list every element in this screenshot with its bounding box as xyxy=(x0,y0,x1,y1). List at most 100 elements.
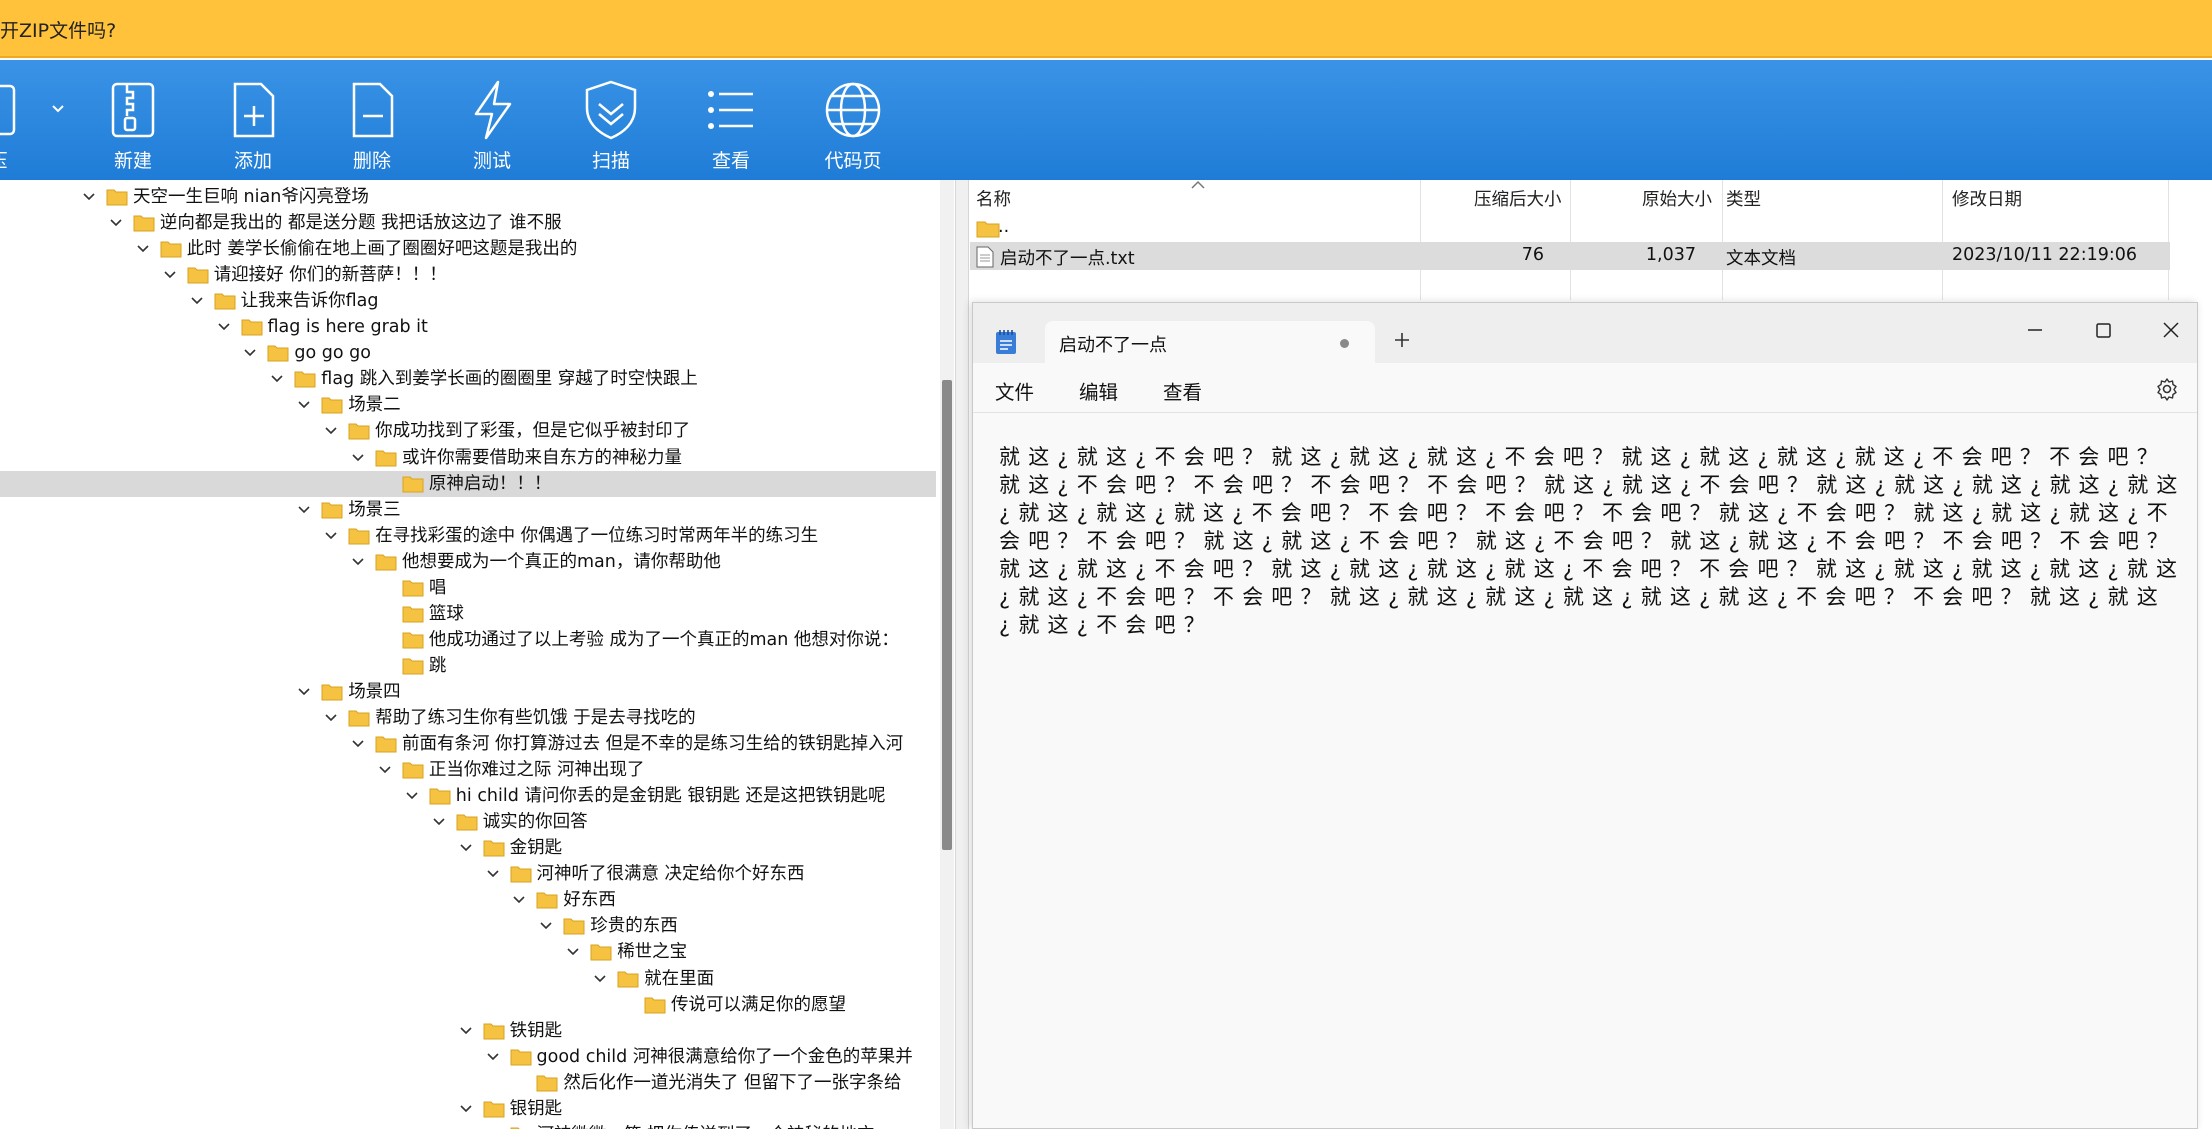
tree-item[interactable]: 就在里面 xyxy=(0,966,936,992)
tree-item[interactable]: 场景二 xyxy=(0,392,936,418)
new-archive-button[interactable]: 新建 xyxy=(101,60,165,180)
tree-item[interactable]: 银钥匙 xyxy=(0,1096,936,1122)
minimize-icon[interactable] xyxy=(2015,315,2055,345)
tree-item[interactable]: 他成功通过了以上考验 成为了一个真正的man 他想对你说： xyxy=(0,627,936,653)
chevron-down-icon[interactable] xyxy=(484,1122,502,1129)
chevron-down-icon[interactable] xyxy=(322,523,340,549)
tree-item[interactable]: 传说可以满足你的愿望 xyxy=(0,992,936,1018)
tree-item[interactable]: 原神启动！！！ xyxy=(0,470,936,497)
chevron-down-icon[interactable] xyxy=(322,418,340,444)
chevron-down-icon[interactable] xyxy=(295,392,313,418)
chevron-down-icon[interactable] xyxy=(537,913,555,939)
chevron-down-icon[interactable] xyxy=(484,861,502,887)
tree-item[interactable]: 场景四 xyxy=(0,679,936,705)
add-file-icon xyxy=(233,82,275,138)
tree-item[interactable]: flag is here grab it xyxy=(0,314,936,340)
chevron-down-icon[interactable] xyxy=(80,184,98,210)
chevron-down-icon[interactable] xyxy=(161,262,179,288)
tree-item[interactable]: 此时 姜学长偷偷在地上画了圈圈好吧这题是我出的 xyxy=(0,236,936,262)
folder-tree[interactable]: 天空一生巨响 nian爷闪亮登场 逆向都是我出的 都是送分题 我把话放这边了 谁不… xyxy=(0,180,936,1129)
chevron-down-icon[interactable] xyxy=(376,757,394,783)
notepad-text-area[interactable]: 就这¿就这¿不会吧？就这¿就这¿就这¿不会吧？就这¿就这¿就这¿就这¿不会吧？不… xyxy=(999,443,2189,1043)
chevron-down-icon[interactable] xyxy=(134,236,152,262)
tree-item[interactable]: 珍贵的东西 xyxy=(0,913,936,939)
column-original-size[interactable]: 原始大小 xyxy=(1642,186,1712,211)
extract-button[interactable]: 压 xyxy=(0,60,30,180)
maximize-icon[interactable] xyxy=(2083,315,2123,345)
tree-scrollbar-thumb[interactable] xyxy=(942,380,952,850)
scan-button[interactable]: 扫描 xyxy=(579,60,643,180)
tree-item[interactable]: 他想要成为一个真正的man，请你帮助他 xyxy=(0,549,936,575)
menu-file[interactable]: 文件 xyxy=(995,376,1034,405)
new-tab-icon[interactable] xyxy=(1391,329,1413,351)
chevron-down-icon[interactable] xyxy=(322,705,340,731)
tree-item[interactable]: 金钥匙 xyxy=(0,835,936,861)
tree-item[interactable]: 逆向都是我出的 都是送分题 我把话放这边了 谁不服 xyxy=(0,210,936,236)
tree-item[interactable]: flag 跳入到姜学长画的圈圈里 穿越了时空快跟上 xyxy=(0,366,936,392)
chevron-down-icon[interactable] xyxy=(349,549,367,575)
tree-item[interactable]: 正当你难过之际 河神出现了 xyxy=(0,757,936,783)
file-row-parent[interactable]: .. xyxy=(970,214,2170,242)
menu-edit[interactable]: 编辑 xyxy=(1079,376,1118,405)
tree-scrollbar[interactable] xyxy=(940,180,954,1129)
chevron-down-icon[interactable] xyxy=(107,210,125,236)
test-button[interactable]: 测试 xyxy=(460,60,524,180)
view-button[interactable]: 查看 xyxy=(699,60,763,180)
delete-button[interactable]: 删除 xyxy=(340,60,404,180)
column-type[interactable]: 类型 xyxy=(1726,186,1761,211)
tree-item[interactable]: 唱 xyxy=(0,575,936,601)
tree-item[interactable]: 铁钥匙 xyxy=(0,1018,936,1044)
chevron-down-icon[interactable] xyxy=(484,1044,502,1070)
close-icon[interactable] xyxy=(2151,315,2191,345)
chevron-down-icon[interactable] xyxy=(295,497,313,523)
chevron-down-icon[interactable] xyxy=(215,314,233,340)
column-modified[interactable]: 修改日期 xyxy=(1952,186,2022,211)
tree-item[interactable]: 篮球 xyxy=(0,601,936,627)
tree-item[interactable]: 在寻找彩蛋的途中 你偶遇了一位练习时常两年半的练习生 xyxy=(0,523,936,549)
tree-item[interactable]: 让我来告诉你flag xyxy=(0,288,936,314)
tree-item[interactable]: 好东西 xyxy=(0,887,936,913)
tree-item[interactable]: 或许你需要借助来自东方的神秘力量 xyxy=(0,445,936,471)
chevron-down-icon[interactable] xyxy=(268,366,286,392)
chevron-down-icon[interactable] xyxy=(241,340,259,366)
chevron-down-icon[interactable] xyxy=(349,445,367,471)
tree-item[interactable]: 诚实的你回答 xyxy=(0,809,936,835)
tree-item[interactable]: 稀世之宝 xyxy=(0,939,936,965)
chevron-down-icon[interactable] xyxy=(430,809,448,835)
column-packed-size[interactable]: 压缩后大小 xyxy=(1474,186,1562,211)
file-row[interactable]: 启动不了一点.txt 76 1,037 文本文档 2023/10/11 22:1… xyxy=(970,242,2170,270)
chevron-down-icon[interactable] xyxy=(403,783,421,809)
chevron-down-icon[interactable] xyxy=(457,1096,475,1122)
notepad-tab[interactable]: 启动不了一点 xyxy=(1045,321,1375,365)
column-name[interactable]: 名称 xyxy=(976,186,1011,211)
tree-item[interactable]: 帮助了练习生你有些饥饿 于是去寻找吃的 xyxy=(0,705,936,731)
tree-item[interactable]: 场景三 xyxy=(0,497,936,523)
tree-item[interactable]: 你成功找到了彩蛋，但是它似乎被封印了 xyxy=(0,418,936,444)
tree-item[interactable]: 请迎接好 你们的新菩萨！！！ xyxy=(0,262,936,288)
add-button[interactable]: 添加 xyxy=(221,60,285,180)
menu-view[interactable]: 查看 xyxy=(1163,376,1202,405)
tree-item[interactable]: 河神微微一笑 把你传送到了一个神秘的地方 xyxy=(0,1122,936,1129)
tree-item[interactable]: 然后化作一道光消失了 但留下了一张字条给 xyxy=(0,1070,936,1096)
tree-item[interactable]: 河神听了很满意 决定给你个好东西 xyxy=(0,861,936,887)
tree-item[interactable]: good child 河神很满意给你了一个金色的苹果并 xyxy=(0,1044,936,1070)
pane-splitter[interactable] xyxy=(955,180,969,1129)
tree-item[interactable]: hi child 请问你丢的是金钥匙 银钥匙 还是这把铁钥匙呢 xyxy=(0,783,936,809)
chevron-down-icon[interactable] xyxy=(591,966,609,992)
chevron-down-icon[interactable] xyxy=(188,288,206,314)
tree-item[interactable]: 跳 xyxy=(0,653,936,679)
chevron-down-icon[interactable] xyxy=(48,98,68,118)
gear-icon[interactable] xyxy=(2155,377,2179,401)
chevron-down-icon[interactable] xyxy=(457,1018,475,1044)
chevron-down-icon[interactable] xyxy=(510,887,528,913)
codepage-button[interactable]: 代码页 xyxy=(821,60,885,180)
chevron-down-icon[interactable] xyxy=(295,679,313,705)
folder-icon xyxy=(321,502,343,519)
tree-item[interactable]: 前面有条河 你打算游过去 但是不幸的是练习生给的铁钥匙掉入河 xyxy=(0,731,936,757)
tree-item[interactable]: 天空一生巨响 nian爷闪亮登场 xyxy=(0,184,936,210)
tree-item[interactable]: go go go xyxy=(0,340,936,366)
chevron-down-icon[interactable] xyxy=(457,835,475,861)
unsaved-dot-icon[interactable] xyxy=(1340,339,1349,348)
chevron-down-icon[interactable] xyxy=(349,731,367,757)
chevron-down-icon[interactable] xyxy=(564,939,582,965)
